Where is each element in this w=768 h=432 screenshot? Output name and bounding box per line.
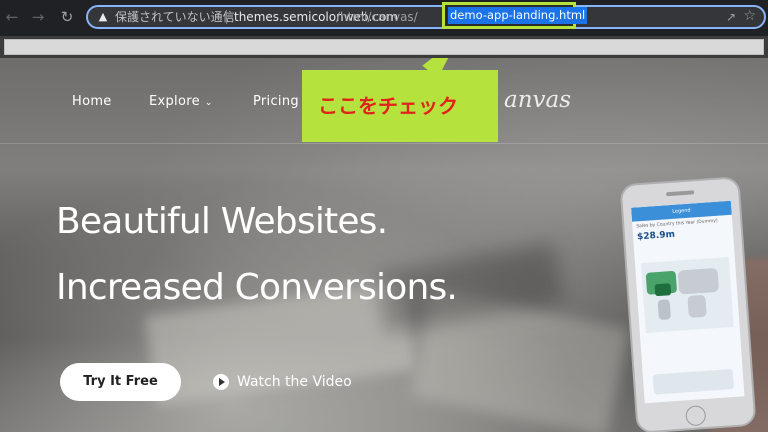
callout-text: ここをチェック (318, 94, 458, 118)
play-icon (213, 374, 229, 390)
hero-headline-1: Beautiful Websites. (56, 201, 388, 242)
watch-video-link[interactable]: Watch the Video (213, 371, 352, 393)
map-region (657, 299, 671, 321)
info-bar (0, 36, 768, 58)
forward-icon[interactable]: → (28, 7, 48, 27)
nav-home-link[interactable]: Home (72, 93, 112, 111)
phone-mockup: Legend Sales by Country this Year (Dummy… (619, 176, 757, 432)
site-logo[interactable]: anvas (504, 86, 571, 114)
nav-pricing-link[interactable]: Pricing (253, 93, 299, 111)
chevron-down-icon: ⌄ (204, 98, 213, 108)
try-it-free-button[interactable]: Try It Free (60, 363, 181, 401)
phone-screen: Legend Sales by Country this Year (Dummy… (631, 200, 745, 404)
info-bar-field (4, 39, 764, 55)
hero-headline-2: Increased Conversions. (56, 267, 458, 308)
bookmark-star-icon[interactable]: ☆ (743, 8, 756, 24)
address-bar[interactable]: ▲ 保護されていない通信 themes.semicolonweb.com /ht… (86, 2, 766, 29)
browser-toolbar: ← → ↻ ▲ 保護されていない通信 themes.semicolonweb.c… (0, 0, 768, 36)
share-icon[interactable]: ↗ (726, 9, 736, 25)
world-map (640, 257, 734, 334)
screen-footer (652, 369, 734, 395)
nav-explore-label: Explore (149, 94, 200, 109)
url-path[interactable]: /html/canvas/ (336, 9, 418, 25)
map-region (654, 283, 672, 297)
nav-explore-link[interactable]: Explore ⌄ (149, 93, 213, 112)
phone-speaker (666, 190, 695, 197)
hero-section: Home Explore ⌄ Pricing anvas ここをチェック Beau… (0, 58, 768, 432)
map-region (687, 294, 707, 318)
map-region (677, 267, 720, 295)
back-icon[interactable]: ← (2, 7, 22, 27)
url-selected-text[interactable]: demo-app-landing.html (448, 7, 588, 24)
phone-home-button (685, 405, 707, 427)
security-status[interactable]: 保護されていない通信 (115, 9, 235, 25)
annotation-callout: ここをチェック (302, 70, 498, 142)
warning-icon[interactable]: ▲ (96, 10, 110, 24)
reload-icon[interactable]: ↻ (57, 7, 77, 27)
divider (226, 10, 227, 24)
watch-video-label: Watch the Video (237, 374, 352, 390)
url-highlight-frame: demo-app-landing.html (442, 2, 588, 29)
